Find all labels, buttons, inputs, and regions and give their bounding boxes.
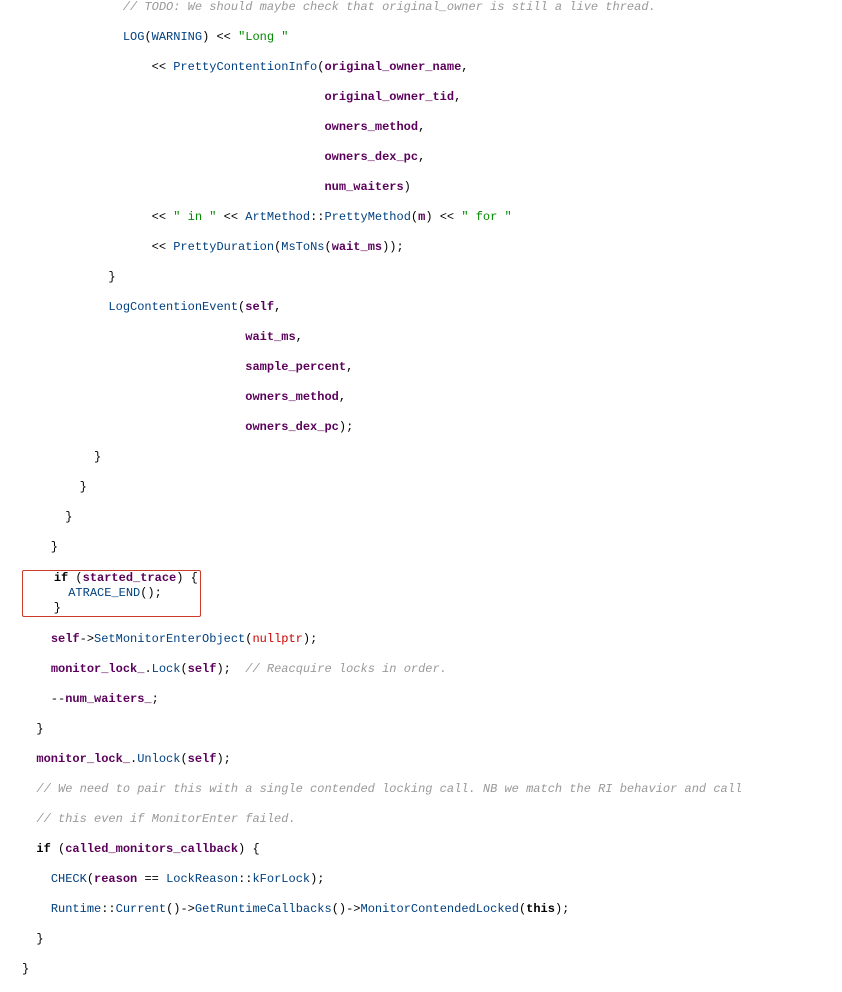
comment: // TODO: We should maybe check that orig…: [123, 0, 656, 14]
code-block: // TODO: We should maybe check that orig…: [0, 0, 842, 992]
comment: // this even if MonitorEnter failed.: [36, 812, 295, 826]
comment: // Reacquire locks in order.: [245, 662, 447, 676]
comment: // We need to pair this with a single co…: [36, 782, 742, 796]
call-atrace-end: ATRACE_END: [68, 586, 140, 600]
highlighted-block: if (started_trace) { ATRACE_END(); }: [22, 570, 201, 617]
call-logcontentionevent: LogContentionEvent: [108, 300, 238, 314]
call-log: LOG(WARNING) << "Long ": [123, 30, 289, 44]
call-prettycontentioninfo: PrettyContentionInfo: [173, 60, 317, 74]
